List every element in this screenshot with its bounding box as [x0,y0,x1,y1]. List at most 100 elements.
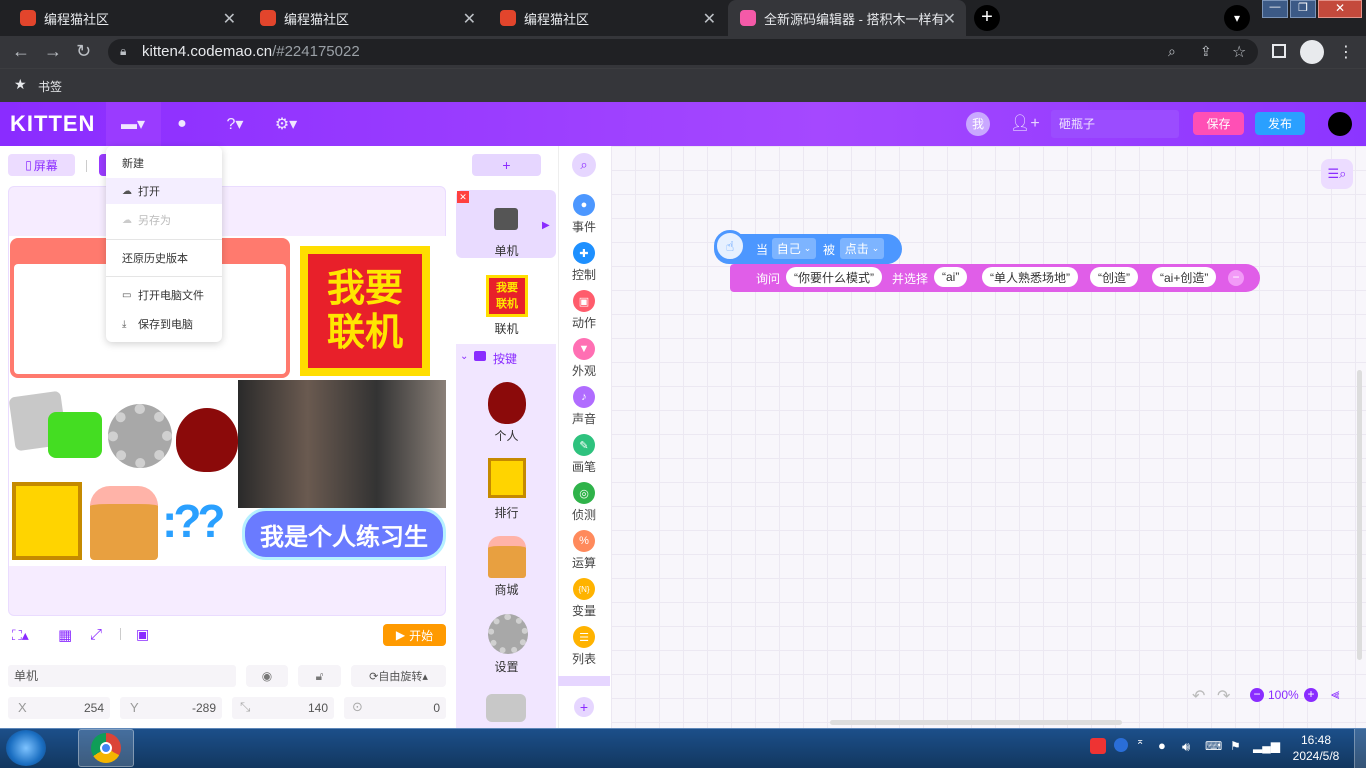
taskbar-clock[interactable]: 16:48 2024/5/8 [1285,732,1347,764]
show-desktop-button[interactable] [1354,729,1366,768]
stage-size-icon[interactable]: ⛶▴ [12,627,29,644]
category-lists[interactable]: ☰ 列表 [558,626,610,667]
browser-tab-3[interactable]: 编程猫社区 ✕ [488,0,726,36]
option-input[interactable]: “ai+创造” [1152,267,1217,287]
category-looks[interactable]: ▼ 外观 [558,338,610,379]
redo-icon[interactable]: ↷ [1217,686,1230,706]
zoom-icon[interactable]: ⌕ [1168,43,1176,60]
category-sensing[interactable]: ◎ 侦测 [558,482,610,523]
help-icon[interactable]: ?▾ [220,110,250,138]
category-sound[interactable]: ♪ 声音 [558,386,610,427]
window-close-icon[interactable]: ✕ [1318,0,1362,18]
account-avatar[interactable] [1328,112,1352,136]
browser-tab-active[interactable]: 全新源码编辑器 - 搭积木一样有趣 ✕ [728,0,966,36]
sprite-name-field[interactable]: 单机 [8,665,236,687]
chrome-taskbar-button[interactable] [78,729,134,767]
url-text[interactable]: kitten4.codemao.cn/#224175022 [142,43,360,60]
close-icon[interactable]: ✕ [463,9,476,29]
back-icon[interactable]: ← [12,41,30,62]
category-operators[interactable]: % 运算 [558,530,610,571]
gear-icon[interactable] [108,404,172,468]
grid-icon[interactable]: ▦ [58,626,72,644]
browser-tab-1[interactable]: 编程猫社区 ✕ [8,0,246,36]
new-tab-button[interactable]: + [974,5,1000,31]
block-search-icon[interactable]: ☰⌕ [1321,159,1353,189]
help-tray-icon[interactable] [1114,738,1128,752]
start-icon[interactable] [6,730,46,766]
lock-toggle-icon[interactable]: 🔓︎ [298,665,341,687]
search-icon[interactable]: ⌕ [572,153,596,177]
y-value[interactable]: -289 [170,701,216,715]
bookmarks-label[interactable]: 书签 [38,78,62,95]
restore-icon[interactable]: ❐ [1290,0,1316,18]
save-button[interactable]: 保存 [1193,112,1244,135]
forward-icon[interactable]: → [44,41,62,62]
screen-tab[interactable]: ▯ 屏幕 [8,154,75,176]
add-sprite-button[interactable]: + [472,154,541,176]
close-icon[interactable]: ✕ [223,9,236,29]
category-scroll-indicator[interactable] [558,676,610,686]
event-dropdown[interactable]: 点击 ⌄ [840,238,884,259]
option-input[interactable]: “单人熟悉场地” [982,267,1078,287]
publish-button[interactable]: 发布 [1255,112,1305,135]
close-icon[interactable]: ✕ [943,9,956,29]
question-sprite[interactable]: :?? [162,494,225,548]
menu-item-open-local[interactable]: ▭ 打开电脑文件 [106,282,222,308]
settings-icon[interactable]: ⚙▾ [271,110,301,138]
keyboard-icon[interactable]: ⌨ [1205,739,1222,753]
online-banner[interactable]: 我要 联机 [300,246,430,376]
ranking-sprite[interactable] [12,482,82,560]
qq-icon[interactable]: ● [1158,738,1166,753]
remove-option-icon[interactable]: − [1228,270,1244,286]
lock-icon[interactable]: 🔒︎ [120,44,126,59]
add-collaborator-icon[interactable]: 👤︎+ [1010,113,1040,133]
trainee-label[interactable]: 我是个人练习生 [242,508,446,560]
tray-expand-icon[interactable]: ⌅ [1136,736,1144,747]
group-label[interactable]: 按键 [493,350,517,367]
add-extension-button[interactable]: + [574,697,594,717]
question-input[interactable]: “你要什么模式” [786,267,882,287]
browser-tab-2[interactable]: 编程猫社区 ✕ [248,0,486,36]
star-icon[interactable]: ☆ [1232,42,1246,62]
menu-item-new[interactable]: 新建 [106,150,222,176]
undo-icon[interactable]: ↶ [1192,686,1205,706]
category-variables[interactable]: {N} 变量 [558,578,610,619]
close-icon[interactable]: ✕ [703,9,716,29]
size-value[interactable]: 140 [282,701,328,715]
network-alert-icon[interactable]: ⚑ [1230,739,1241,753]
menu-item-restore-history[interactable]: 还原历史版本 [106,245,222,271]
category-control[interactable]: ✚ 控制 [558,242,610,283]
menu-kebab-icon[interactable]: ⋮ [1338,42,1354,62]
align-blocks-icon[interactable]: ⫷ [1331,686,1339,703]
project-name-input[interactable]: 砸瓶子 [1051,110,1179,138]
ime-icon[interactable] [1090,738,1106,754]
volume-icon[interactable]: 🔊︎ [1182,739,1190,755]
horizontal-scrollbar[interactable] [830,720,1122,725]
delete-sprite-icon[interactable]: ✕ [457,191,469,203]
robot-icon[interactable]: ● [167,110,197,138]
vertical-scrollbar[interactable] [1357,370,1362,660]
direction-value[interactable]: 0 [394,701,440,715]
chevron-right-icon[interactable]: ▶ [542,220,550,231]
fullscreen-icon[interactable]: ⤢ [90,626,102,643]
folder-icon[interactable]: ▬▾ [118,110,148,138]
option-input[interactable]: “ai” [934,267,968,287]
profile-icon[interactable] [1300,40,1324,64]
menu-item-save-local[interactable]: ⤓ 保存到电脑 [106,311,222,337]
category-pen[interactable]: ✎ 画笔 [558,434,610,475]
rotation-mode-select[interactable]: ⟳ 自由旋转 ▴ [351,665,446,687]
signal-icon[interactable]: ▂▄▆ [1253,739,1280,753]
person-sprite[interactable] [176,408,238,472]
visibility-icon[interactable]: ◉ [246,665,288,687]
menu-item-open[interactable]: ☁ 打开 [106,178,222,204]
share-icon[interactable]: ⇪ [1200,43,1212,60]
record-icon[interactable]: ▣ [136,626,149,643]
minimize-icon[interactable]: — [1262,0,1288,18]
tab-search-icon[interactable]: ▾ [1224,5,1250,31]
user-avatar[interactable]: 我 [966,112,990,136]
category-motion[interactable]: ▣ 动作 [558,290,610,331]
shop-sprite[interactable] [90,486,158,560]
target-dropdown[interactable]: 自己 ⌄ [772,238,816,259]
reload-icon[interactable]: ↻ [76,41,91,62]
green-sprite[interactable] [48,412,102,458]
